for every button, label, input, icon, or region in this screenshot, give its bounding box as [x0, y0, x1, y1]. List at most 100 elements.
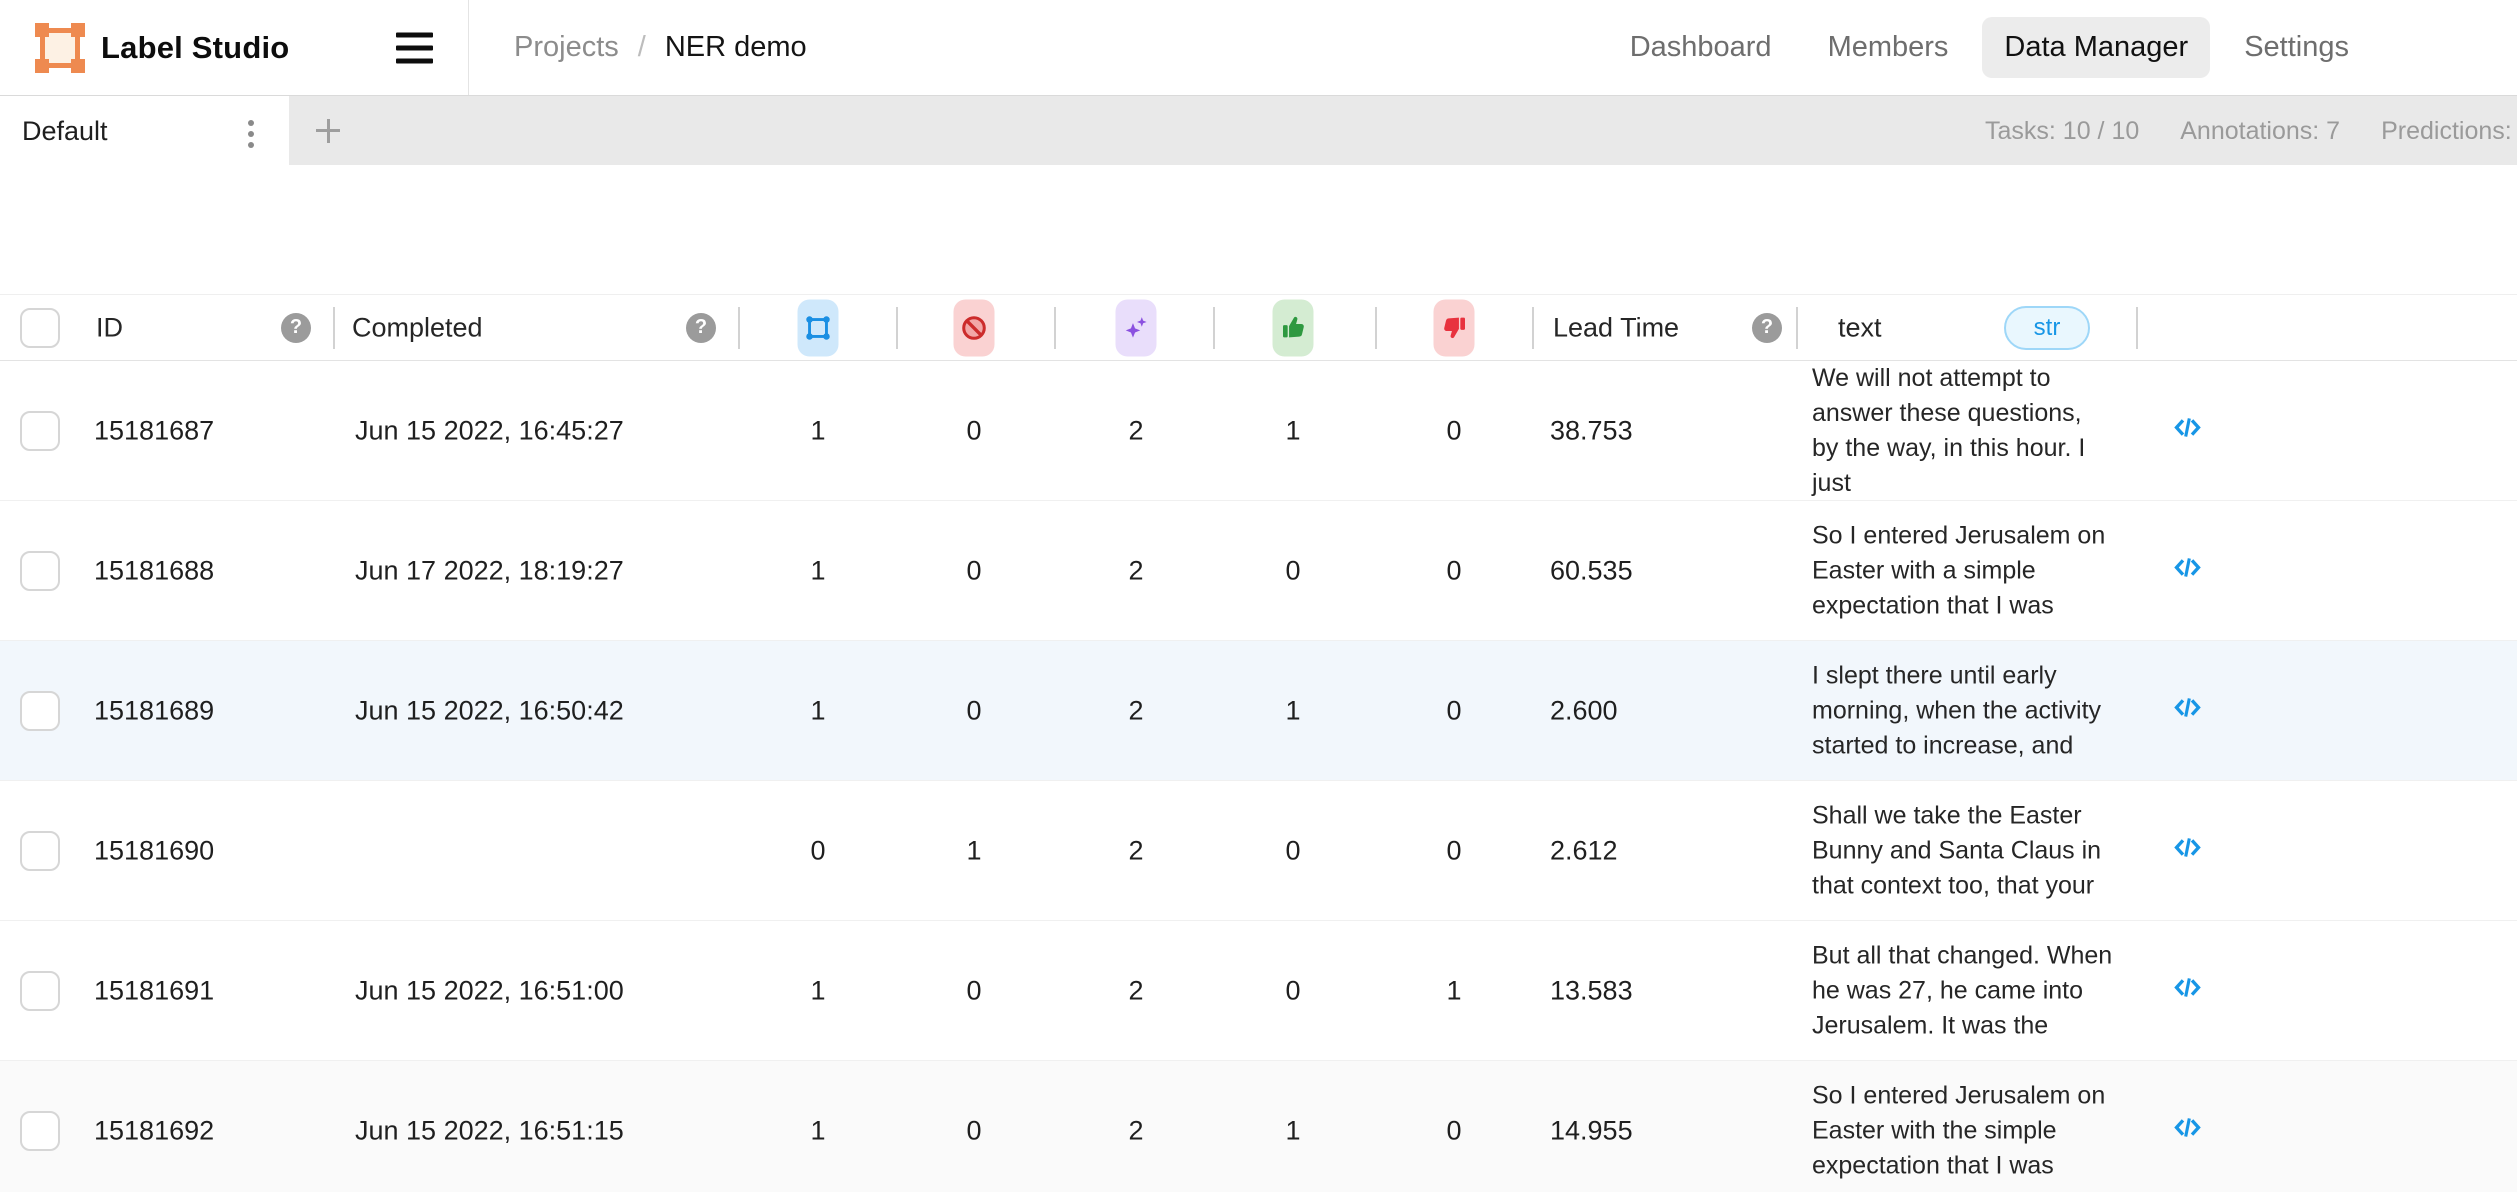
- accepted-count: 1: [1248, 415, 1338, 446]
- tab-bar: Default Tasks: 10 / 10 Annotations: 7 Pr…: [0, 95, 2517, 165]
- predictions-count: 2: [1091, 695, 1181, 726]
- help-icon: ?: [281, 313, 311, 343]
- code-brackets-icon: [2172, 832, 2203, 863]
- help-icon: ?: [1752, 313, 1782, 343]
- annotations-count: 1: [773, 975, 863, 1006]
- table-row[interactable]: 15181691 Jun 15 2022, 16:51:00 1 0 2 0 1…: [0, 921, 2517, 1061]
- annotations-count: 1: [773, 555, 863, 586]
- breadcrumb-projects[interactable]: Projects: [514, 31, 619, 64]
- accepted-count: 1: [1248, 695, 1338, 726]
- task-text-snippet: We will not attempt to answer these ques…: [1812, 361, 2114, 501]
- table-row[interactable]: 15181692 Jun 15 2022, 16:51:15 1 0 2 1 0…: [0, 1061, 2517, 1192]
- accepted-column-header[interactable]: [1273, 299, 1314, 356]
- accepted-count: 1: [1248, 1115, 1338, 1146]
- table-row[interactable]: 15181689 Jun 15 2022, 16:50:42 1 0 2 1 0…: [0, 641, 2517, 781]
- rejected-count: 0: [1409, 415, 1499, 446]
- code-brackets-icon: [2172, 972, 2203, 1003]
- tab-default-label: Default: [22, 96, 108, 166]
- annotations-count: 1: [773, 415, 863, 446]
- stat-tasks: Tasks: 10 / 10: [1985, 117, 2139, 146]
- app-title: Label Studio: [101, 0, 289, 95]
- cancelled-count: 0: [929, 975, 1019, 1006]
- task-id: 15181692: [94, 1115, 214, 1146]
- hamburger-menu-icon[interactable]: [396, 32, 433, 63]
- row-checkbox[interactable]: [20, 411, 60, 451]
- predictions-count: 2: [1091, 835, 1181, 866]
- annotations-count: 1: [773, 1115, 863, 1146]
- rejected-count: 0: [1409, 1115, 1499, 1146]
- task-rows: 15181687 Jun 15 2022, 16:45:27 1 0 2 1 0…: [0, 361, 2517, 1192]
- row-checkbox[interactable]: [20, 1111, 60, 1151]
- cancelled-count: 0: [929, 695, 1019, 726]
- cancelled-annotations-column-header[interactable]: [954, 299, 995, 356]
- task-completed-date: Jun 15 2022, 16:51:00: [355, 975, 624, 1006]
- lead-time-value: 60.535: [1550, 555, 1633, 586]
- row-checkbox[interactable]: [20, 971, 60, 1011]
- label-studio-logo-icon[interactable]: [35, 23, 85, 73]
- select-all-checkbox[interactable]: [20, 308, 60, 348]
- nav-data-manager[interactable]: Data Manager: [1982, 17, 2210, 78]
- row-checkbox[interactable]: [20, 551, 60, 591]
- nav-members[interactable]: Members: [1806, 17, 1971, 78]
- nav-settings[interactable]: Settings: [2222, 17, 2371, 78]
- task-id: 15181690: [94, 835, 214, 866]
- column-header-id[interactable]: ID: [96, 312, 123, 343]
- rejected-count: 0: [1409, 555, 1499, 586]
- task-text-snippet: So I entered Jerusalem on Easter with th…: [1812, 1078, 2114, 1183]
- predictions-count: 2: [1091, 555, 1181, 586]
- breadcrumb-separator: /: [638, 31, 646, 64]
- code-brackets-icon: [2172, 412, 2203, 443]
- tab-menu-icon[interactable]: [248, 131, 254, 137]
- help-icon: ?: [686, 313, 716, 343]
- lead-time-value: 14.955: [1550, 1115, 1633, 1146]
- lead-time-value: 2.600: [1550, 695, 1618, 726]
- table-header: ID ? Completed ?: [0, 294, 2517, 361]
- table-row[interactable]: 15181690 0 1 2 0 0 2.612 Shall we take t…: [0, 781, 2517, 921]
- annotations-count: 0: [773, 835, 863, 866]
- predictions-column-header[interactable]: [1116, 299, 1157, 356]
- bounding-box-icon: [804, 313, 833, 342]
- task-source-button[interactable]: [2172, 552, 2203, 590]
- table-row[interactable]: 15181688 Jun 17 2022, 18:19:27 1 0 2 0 0…: [0, 501, 2517, 641]
- project-nav: Dashboard Members Data Manager Settings: [1608, 0, 2371, 95]
- row-checkbox[interactable]: [20, 691, 60, 731]
- tab-default[interactable]: Default: [0, 96, 289, 166]
- task-source-button[interactable]: [2172, 412, 2203, 450]
- task-source-button[interactable]: [2172, 1112, 2203, 1150]
- breadcrumb-current-project: NER demo: [665, 31, 807, 64]
- topbar-divider: [468, 0, 469, 95]
- nav-dashboard[interactable]: Dashboard: [1608, 17, 1794, 78]
- rejected-count: 0: [1409, 835, 1499, 866]
- task-stats: Tasks: 10 / 10 Annotations: 7 Prediction…: [1985, 96, 2517, 166]
- add-tab-icon[interactable]: [303, 96, 353, 166]
- task-completed-date: Jun 15 2022, 16:50:42: [355, 695, 624, 726]
- task-text-snippet: But all that changed. When he was 27, he…: [1812, 938, 2114, 1043]
- lead-time-value: 38.753: [1550, 415, 1633, 446]
- sparkles-icon: [1122, 313, 1151, 342]
- column-header-lead-time[interactable]: Lead Time: [1553, 312, 1679, 343]
- predictions-count: 2: [1091, 415, 1181, 446]
- task-completed-date: Jun 15 2022, 16:51:15: [355, 1115, 624, 1146]
- toolbar: Tasks Columns Filters Order not set Revi…: [0, 165, 2517, 294]
- rejected-column-header[interactable]: [1434, 299, 1475, 356]
- task-text-snippet: Shall we take the Easter Bunny and Santa…: [1812, 798, 2114, 903]
- task-id: 15181688: [94, 555, 214, 586]
- code-brackets-icon: [2172, 692, 2203, 723]
- accepted-count: 0: [1248, 975, 1338, 1006]
- task-source-button[interactable]: [2172, 972, 2203, 1010]
- predictions-count: 2: [1091, 975, 1181, 1006]
- lead-time-value: 2.612: [1550, 835, 1618, 866]
- code-brackets-icon: [2172, 552, 2203, 583]
- annotations-column-header[interactable]: [798, 299, 839, 356]
- task-source-button[interactable]: [2172, 832, 2203, 870]
- task-source-button[interactable]: [2172, 692, 2203, 730]
- column-header-text[interactable]: text: [1838, 312, 1882, 343]
- code-brackets-icon: [2172, 1112, 2203, 1143]
- no-entry-icon: [960, 313, 989, 342]
- row-checkbox[interactable]: [20, 831, 60, 871]
- column-header-completed[interactable]: Completed: [352, 312, 483, 343]
- task-id: 15181687: [94, 415, 214, 446]
- breadcrumb: Projects / NER demo: [514, 0, 807, 95]
- table-row[interactable]: 15181687 Jun 15 2022, 16:45:27 1 0 2 1 0…: [0, 361, 2517, 501]
- stat-predictions: Predictions: 20: [2381, 117, 2517, 146]
